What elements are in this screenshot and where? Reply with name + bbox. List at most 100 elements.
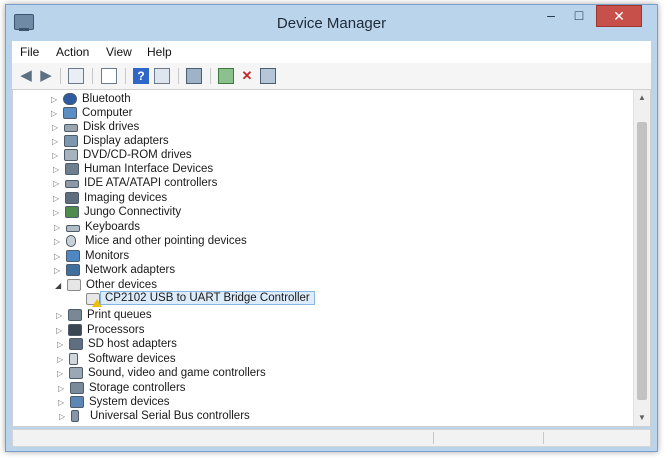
- expand-arrow-icon[interactable]: ▷: [56, 326, 64, 336]
- system-device-icon: [70, 396, 84, 408]
- expand-arrow-icon[interactable]: ▷: [53, 179, 61, 189]
- vertical-scrollbar[interactable]: ▲ ▼: [633, 90, 650, 426]
- tree-item-label: Monitors: [85, 250, 130, 262]
- expand-arrow-icon[interactable]: ▷: [51, 109, 59, 119]
- device-manager-window: Device Manager ‒ □ ✕ File Action View He…: [5, 4, 658, 452]
- tree-item-label: Imaging devices: [84, 192, 168, 204]
- network-adapter-icon: [66, 264, 80, 276]
- tree-item-label: SD host adapters: [88, 338, 177, 350]
- other-devices-icon: [67, 279, 81, 291]
- expand-arrow-icon[interactable]: ▷: [53, 165, 61, 175]
- expand-arrow-icon[interactable]: ▷: [57, 340, 65, 350]
- uninstall-device-icon[interactable]: ✕: [239, 68, 255, 84]
- toolbar-separator: [125, 68, 126, 84]
- maximize-button[interactable]: □: [566, 5, 592, 27]
- tree-item-label: Software devices: [88, 353, 176, 365]
- imaging-device-icon: [65, 192, 79, 204]
- sd-adapter-icon: [69, 338, 83, 350]
- show-hide-console-tree-icon[interactable]: [68, 68, 84, 84]
- expand-arrow-icon[interactable]: ▷: [54, 266, 62, 276]
- properties-icon[interactable]: [101, 68, 117, 84]
- toolbar-separator: [210, 68, 211, 84]
- expand-arrow-icon[interactable]: ▷: [58, 384, 66, 394]
- toolbar-separator: [92, 68, 93, 84]
- disable-device-icon[interactable]: [260, 68, 276, 84]
- tree-item-label: Sound, video and game controllers: [88, 367, 266, 379]
- ide-controller-icon: [65, 180, 79, 188]
- help-icon[interactable]: ?: [133, 68, 149, 84]
- expand-arrow-icon[interactable]: ▷: [53, 208, 61, 218]
- tree-item-label: DVD/CD-ROM drives: [83, 149, 192, 161]
- close-button[interactable]: ✕: [596, 5, 642, 27]
- expand-arrow-icon[interactable]: ▷: [54, 237, 62, 247]
- scan-hardware-changes-icon[interactable]: [186, 68, 202, 84]
- title-bar[interactable]: Device Manager ‒ □ ✕: [6, 5, 657, 41]
- tree-item-label: Keyboards: [85, 221, 140, 233]
- expand-arrow-icon[interactable]: ▷: [59, 412, 67, 422]
- expand-arrow-icon[interactable]: ▷: [54, 252, 62, 262]
- tree-item-label: Storage controllers: [89, 382, 186, 394]
- processor-icon: [68, 324, 82, 336]
- status-bar: [12, 429, 651, 447]
- tree-item-label: System devices: [89, 396, 170, 408]
- expand-arrow-icon[interactable]: ▷: [51, 95, 59, 105]
- computer-icon: [63, 107, 77, 119]
- toolbar: ◀ ▶ ? ✕: [12, 63, 651, 90]
- expand-arrow-icon[interactable]: ▷: [53, 194, 61, 204]
- menu-file[interactable]: File: [20, 45, 39, 59]
- usb-controller-icon: [71, 410, 79, 422]
- tree-item-label: Mice and other pointing devices: [85, 235, 247, 247]
- tree-item-label: Display adapters: [83, 135, 169, 147]
- printer-icon: [68, 309, 82, 321]
- scroll-up-arrow-icon[interactable]: ▲: [634, 90, 650, 106]
- tree-item-label: Network adapters: [85, 264, 176, 276]
- expand-arrow-icon[interactable]: ▷: [52, 123, 60, 133]
- display-adapter-icon: [64, 135, 78, 147]
- storage-controller-icon: [70, 382, 84, 394]
- tree-item-label: Jungo Connectivity: [84, 206, 182, 218]
- menu-help[interactable]: Help: [147, 45, 172, 59]
- toolbar-separator: [178, 68, 179, 84]
- expand-arrow-icon[interactable]: ▷: [56, 311, 64, 321]
- disk-drive-icon: [64, 124, 78, 132]
- sound-icon: [69, 367, 83, 379]
- device-tree[interactable]: ▷ Bluetooth ▷ Computer ▷ Disk drives ▷ D…: [12, 89, 651, 427]
- collapse-arrow-icon[interactable]: ◢: [55, 281, 63, 291]
- forward-arrow-icon[interactable]: ▶: [38, 68, 54, 84]
- menu-action[interactable]: Action: [56, 45, 89, 59]
- expand-arrow-icon[interactable]: ▷: [54, 223, 62, 233]
- back-arrow-icon[interactable]: ◀: [18, 68, 34, 84]
- scroll-down-arrow-icon[interactable]: ▼: [634, 410, 650, 426]
- dvd-drive-icon: [64, 149, 78, 161]
- software-device-icon: [69, 353, 78, 365]
- tree-item-label: Other devices: [86, 279, 157, 291]
- tree-item-label: Computer: [82, 107, 133, 119]
- expand-arrow-icon[interactable]: ▷: [52, 151, 60, 161]
- minimize-button[interactable]: ‒: [538, 5, 564, 27]
- tree-item-label: Universal Serial Bus controllers: [90, 410, 250, 422]
- hid-icon: [65, 163, 79, 175]
- tree-item-label: IDE ATA/ATAPI controllers: [84, 177, 218, 189]
- jungo-icon: [65, 206, 79, 218]
- tree-item-label: Bluetooth: [82, 93, 131, 105]
- menu-view[interactable]: View: [106, 45, 132, 59]
- update-driver-icon[interactable]: [218, 68, 234, 84]
- expand-arrow-icon[interactable]: ▷: [58, 398, 66, 408]
- keyboard-icon: [66, 225, 80, 232]
- expand-arrow-icon[interactable]: ▷: [52, 137, 60, 147]
- expand-arrow-icon[interactable]: ▷: [57, 369, 65, 379]
- menu-bar: File Action View Help: [12, 41, 651, 63]
- tree-item-label: Disk drives: [83, 121, 140, 133]
- toolbar-separator: [60, 68, 61, 84]
- tree-item-label: Human Interface Devices: [84, 163, 214, 175]
- view-icon[interactable]: [154, 68, 170, 84]
- monitor-icon: [66, 250, 80, 262]
- status-separator: [543, 432, 544, 444]
- mouse-icon: [66, 235, 76, 247]
- tree-item-label: Print queues: [87, 309, 152, 321]
- tree-item-label: CP2102 USB to UART Bridge Controller: [100, 291, 315, 305]
- bluetooth-icon: [63, 93, 77, 105]
- scroll-thumb[interactable]: [637, 122, 647, 400]
- tree-item-label: Processors: [87, 324, 145, 336]
- expand-arrow-icon[interactable]: ▷: [57, 355, 65, 365]
